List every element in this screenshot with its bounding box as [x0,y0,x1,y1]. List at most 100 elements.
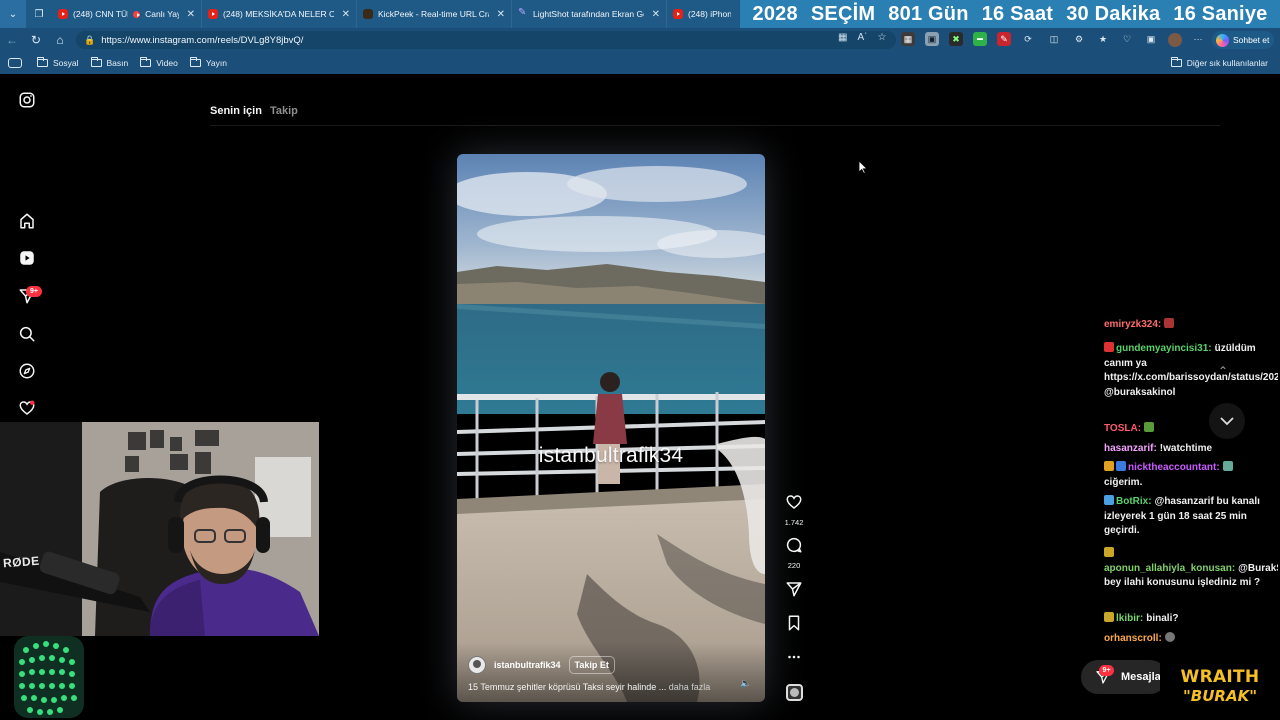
chat-message: emiryzk324: [1104,318,1276,333]
folder-icon [90,57,102,67]
badge-icon [1104,461,1114,471]
bookmark-label: Sosyal [53,58,79,68]
share-button[interactable] [781,580,807,603]
more-options-icon[interactable]: ··· [1191,32,1205,46]
youtube-badge-icon [1104,342,1114,352]
comment-button[interactable]: 220 [781,536,807,570]
close-tab-icon[interactable]: ✕ [497,9,505,20]
copilot-label: Sohbet et [1233,35,1270,45]
profile-avatar[interactable] [1168,33,1182,47]
close-tab-icon[interactable]: ✕ [652,9,660,20]
logo-line-1: WRAITH [1180,667,1260,687]
reel-watermark: istanbultrafik34 [538,444,684,467]
chat-username: aponun_allahiyla_konusan: [1104,562,1236,574]
more-options-button[interactable] [781,648,807,671]
chat-message: orhanscroll: [1104,632,1276,647]
home-icon[interactable]: ⌂ [48,28,72,52]
screenshot-icon[interactable]: ▣ [1144,32,1158,46]
chat-username: TOSLA: [1104,423,1142,434]
refresh-icon[interactable]: ↻ [24,28,48,52]
kick-icon [363,9,373,19]
chevron-up-icon[interactable]: ⌃ [1218,364,1228,378]
bookmark-folder-video[interactable]: Video [140,57,178,68]
favorite-star-icon[interactable]: ☆ [877,32,886,43]
extension-icon[interactable]: ✖ [949,32,963,46]
countdown-year: 2028 [752,2,798,25]
sound-reactive-orb-icon [14,636,84,718]
tab-label-2: Canlı Yayın [145,9,178,19]
tab-following[interactable]: Takip [270,105,298,117]
url-field[interactable]: 🔒 https://www.instagram.com/reels/DVLg8Y… [76,31,896,49]
chat-message: gundemyayincisi31: üzüldüm canım ya https… [1104,342,1278,400]
save-button[interactable] [781,614,807,637]
folder-icon [140,57,152,67]
extensions-puzzle-icon[interactable]: ⟳ [1021,32,1035,46]
reels-icon[interactable] [18,249,36,267]
instagram-logo-icon[interactable] [18,91,36,109]
scroll-down-button[interactable] [1209,403,1245,439]
browser-extensions-icon[interactable]: ⚙ [1072,32,1086,46]
back-arrow-icon[interactable]: ← [0,28,24,52]
chat-message: hasanzarif: !watchtime [1104,442,1276,457]
election-countdown-overlay: 2028 SEÇİM 801 Gün 16 Saat 30 Dakika 16 … [740,0,1280,28]
bookmark-folder-yayin[interactable]: Yayın [189,57,227,68]
emote-icon [1164,632,1175,642]
emote-icon [1222,461,1233,471]
countdown-minutes: 30 Dakika [1066,2,1161,25]
favorites-icon[interactable]: ★ [1096,32,1110,46]
chat-text: ciğerim. [1104,476,1143,488]
messages-badge: 9+ [1099,665,1114,676]
notifications-heart-icon[interactable] [18,399,36,417]
extension-icon[interactable]: ▦ [901,32,915,46]
folder-icon [37,57,48,67]
tab-for-you[interactable]: Senin için [210,105,262,117]
bookmark-icon [788,615,800,631]
tab-cnn-turk[interactable]: (248) CNN TÜRK - Canlı Yayın ✕ [52,0,202,28]
extension-icon[interactable]: ✎ [997,32,1011,46]
address-bar: ← ↻ ⌂ 🔒 https://www.instagram.com/reels/… [0,28,1280,52]
chat-username: nicktheaccountant: [1128,462,1220,473]
logo-line-2: "BURAK" [1182,687,1258,705]
home-icon[interactable] [18,212,36,230]
tab-actions-menu-button[interactable]: ⌄ [0,0,26,28]
comments-count: 220 [787,561,801,570]
share-icon [786,582,802,597]
tab-kickpeek[interactable]: KickPeek - Real-time URL Crawler ✕ [357,0,512,28]
tab-iphone[interactable]: (248) iPhone [667,0,737,28]
bookmark-folder-basin[interactable]: Basın [90,57,129,68]
streamer-logo: WRAITH "BURAK" [1160,653,1280,720]
badge-icon [1104,495,1114,505]
workspaces-button[interactable]: ❐ [26,0,52,28]
browser-essentials-icon[interactable]: ♡ [1120,32,1134,46]
badge-icon [1104,612,1114,622]
chat-message: BotRix: @hasanzarif bu kanalı izleyerek 1… [1104,495,1276,539]
tab-search-icon[interactable] [8,58,22,68]
feed-divider [210,125,1220,126]
extension-icon[interactable]: ▣ [925,32,939,46]
like-button[interactable]: 1.742 [781,493,807,527]
explore-compass-icon[interactable] [18,362,36,380]
reel-video[interactable]: istanbultrafik34 [457,154,765,702]
tab-label: LightShot tarafından Ekran Görü [533,9,644,19]
extension-icon[interactable]: ▬ [973,32,987,46]
bookmark-folder-sosyal[interactable]: Sosyal [37,57,79,68]
split-screen-icon[interactable]: ◫ [1047,32,1061,46]
read-aloud-icon[interactable]: Aˈ [857,32,867,43]
reel-gradient [457,642,765,702]
original-audio-button[interactable] [781,684,807,701]
tab-meksika[interactable]: (248) MEKSİKA'DA NELER OLUYO ✕ [202,0,357,28]
tab-label: (248) MEKSİKA'DA NELER OLUYO [223,9,334,19]
app-available-icon[interactable]: ▦ [838,32,847,43]
close-tab-icon[interactable]: ✕ [342,9,350,20]
countdown-hours: 16 Saat [981,2,1054,25]
bookmark-label: Basın [106,58,129,68]
other-favorites[interactable]: Diğer sık kullanılanlar [1170,57,1268,68]
chat-username: BotRix: [1116,496,1152,507]
close-tab-icon[interactable]: ✕ [187,9,195,20]
search-icon[interactable] [18,325,36,343]
copilot-button[interactable]: Sohbet et [1212,31,1274,49]
tab-lightshot[interactable]: LightShot tarafından Ekran Görü ✕ [512,0,667,28]
countdown-days: 801 Gün [888,2,969,25]
messages-button[interactable]: Mesajlar [1081,660,1167,694]
webcam-feed [0,422,319,636]
